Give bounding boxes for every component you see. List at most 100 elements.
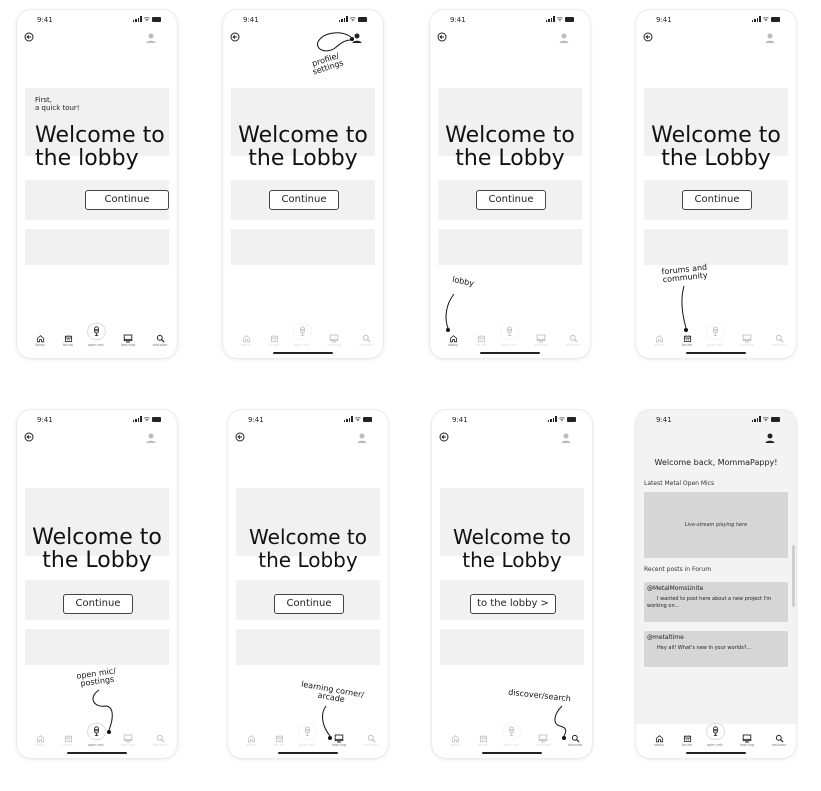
tab-discover[interactable]: discover — [145, 734, 175, 748]
status-time: 9:41 — [37, 416, 53, 424]
profile-icon[interactable] — [145, 432, 157, 444]
welcome-title-line1: Welcome to — [249, 525, 367, 549]
tab-forum[interactable]: forum — [53, 734, 83, 748]
forum-post-card[interactable]: @metaltime Hey all! What's new in your w… — [644, 631, 788, 667]
tab-learning[interactable]: learning — [528, 734, 558, 748]
tab-learning[interactable]: learning — [319, 334, 349, 348]
tab-forum[interactable]: forum — [672, 734, 702, 748]
tab-learning[interactable]: learning — [732, 334, 762, 348]
tab-openmic[interactable]: open mic — [496, 724, 526, 748]
continue-button[interactable]: Continue — [274, 594, 344, 614]
continue-button[interactable]: Continue — [63, 594, 133, 614]
tab-forum[interactable]: forum — [466, 334, 496, 348]
back-arrow-icon[interactable] — [24, 32, 34, 42]
tab-label: discover — [152, 743, 168, 747]
annotation-profile-settings: profile/ settings — [310, 51, 345, 77]
tab-lobby[interactable]: lobby — [25, 334, 55, 348]
profile-icon[interactable] — [558, 32, 570, 44]
tab-forum[interactable]: forum — [672, 334, 702, 348]
tab-openmic[interactable]: open mic — [700, 324, 730, 348]
tab-openmic[interactable]: open mic — [700, 724, 730, 748]
forum-icon — [53, 734, 83, 743]
tab-label: lobby — [450, 743, 460, 747]
scrollbar[interactable] — [792, 545, 795, 607]
microphone-icon — [87, 724, 105, 739]
search-icon — [351, 334, 381, 343]
tab-openmic[interactable]: open mic — [494, 324, 524, 348]
tab-openmic[interactable]: open mic — [292, 724, 322, 748]
tab-lobby[interactable]: lobby — [440, 734, 470, 748]
tab-openmic[interactable]: open mic — [287, 324, 317, 348]
wifi-icon: ᯤ — [143, 415, 150, 423]
tab-lobby[interactable]: lobby — [644, 334, 674, 348]
tab-lobby[interactable]: lobby — [438, 334, 468, 348]
back-arrow-icon[interactable] — [643, 32, 653, 42]
tab-learning[interactable]: learning — [113, 334, 143, 348]
welcome-title-line1: Welcome to — [651, 123, 781, 148]
back-arrow-icon[interactable] — [437, 32, 447, 42]
tab-lobby[interactable]: lobby — [644, 734, 674, 748]
to-the-lobby-button[interactable]: to the lobby > — [470, 594, 556, 614]
tab-forum[interactable]: forum — [468, 734, 498, 748]
wifi-icon: ᯤ — [143, 15, 150, 23]
tab-label: discover — [358, 343, 374, 347]
tour-screen-2: 9:41 ᯤ Welcome to the Lobby Continue prof… — [223, 10, 383, 358]
tab-learning[interactable]: learning — [113, 734, 143, 748]
profile-icon[interactable] — [560, 432, 572, 444]
tab-label: learning — [739, 343, 755, 347]
tab-discover[interactable]: discover — [351, 334, 381, 348]
latest-open-mics-label: Latest Metal Open Mics — [644, 480, 715, 487]
tab-label: open mic — [706, 343, 724, 347]
tab-label: learning — [120, 743, 136, 747]
tab-forum[interactable]: forum — [259, 334, 289, 348]
tab-label: open mic — [87, 743, 105, 747]
welcome-title: Welcome to the Lobby — [636, 124, 796, 170]
tab-learning[interactable]: learning — [324, 734, 354, 748]
tab-discover[interactable]: discover — [145, 334, 175, 348]
back-arrow-icon[interactable] — [235, 432, 245, 442]
tab-label: open mic — [293, 343, 311, 347]
tab-forum[interactable]: forum — [264, 734, 294, 748]
tab-lobby[interactable]: lobby — [25, 734, 55, 748]
tab-learning[interactable]: learning — [526, 334, 556, 348]
content-placeholder — [236, 629, 380, 665]
continue-button[interactable]: Continue — [85, 190, 169, 210]
tab-discover[interactable]: discover — [764, 734, 794, 748]
back-arrow-icon[interactable] — [230, 32, 240, 42]
tab-openmic[interactable]: open mic — [81, 324, 111, 348]
tab-label: open mic — [87, 343, 105, 347]
tab-forum[interactable]: forum — [53, 334, 83, 348]
continue-button[interactable]: Continue — [682, 190, 752, 210]
tab-label: forum — [681, 743, 693, 747]
book-icon — [319, 334, 349, 343]
welcome-title: Welcome to the lobby — [35, 124, 177, 170]
profile-icon[interactable] — [764, 432, 776, 444]
forum-icon — [672, 734, 702, 743]
profile-icon[interactable] — [351, 32, 363, 44]
welcome-title: Welcome to the Lobby — [17, 526, 177, 572]
tab-discover[interactable]: discover — [560, 734, 590, 748]
profile-icon[interactable] — [145, 32, 157, 44]
tab-label: forum — [273, 743, 285, 747]
continue-button[interactable]: Continue — [476, 190, 546, 210]
forum-post-card[interactable]: @MetalMomsUnite I wanted to post here ab… — [644, 582, 788, 622]
profile-icon[interactable] — [356, 432, 368, 444]
continue-button[interactable]: Continue — [269, 190, 339, 210]
book-icon — [528, 734, 558, 743]
tab-learning[interactable]: learning — [732, 734, 762, 748]
profile-icon[interactable] — [764, 32, 776, 44]
live-stream-player[interactable]: Live-stream playing here — [644, 492, 788, 558]
tour-screen-6: 9:41 ᯤ Welcome to the Lobby Continue lear… — [228, 410, 388, 758]
tab-discover[interactable]: discover — [558, 334, 588, 348]
home-icon — [440, 734, 470, 743]
tab-lobby[interactable]: lobby — [231, 334, 261, 348]
tab-openmic[interactable]: open mic — [81, 724, 111, 748]
tab-discover[interactable]: discover — [764, 334, 794, 348]
microphone-icon — [706, 724, 724, 739]
welcome-title-line2: the Lobby — [42, 548, 152, 573]
back-arrow-icon[interactable] — [24, 432, 34, 442]
status-time: 9:41 — [243, 16, 259, 24]
back-arrow-icon[interactable] — [439, 432, 449, 442]
tab-discover[interactable]: discover — [356, 734, 386, 748]
tab-lobby[interactable]: lobby — [236, 734, 266, 748]
